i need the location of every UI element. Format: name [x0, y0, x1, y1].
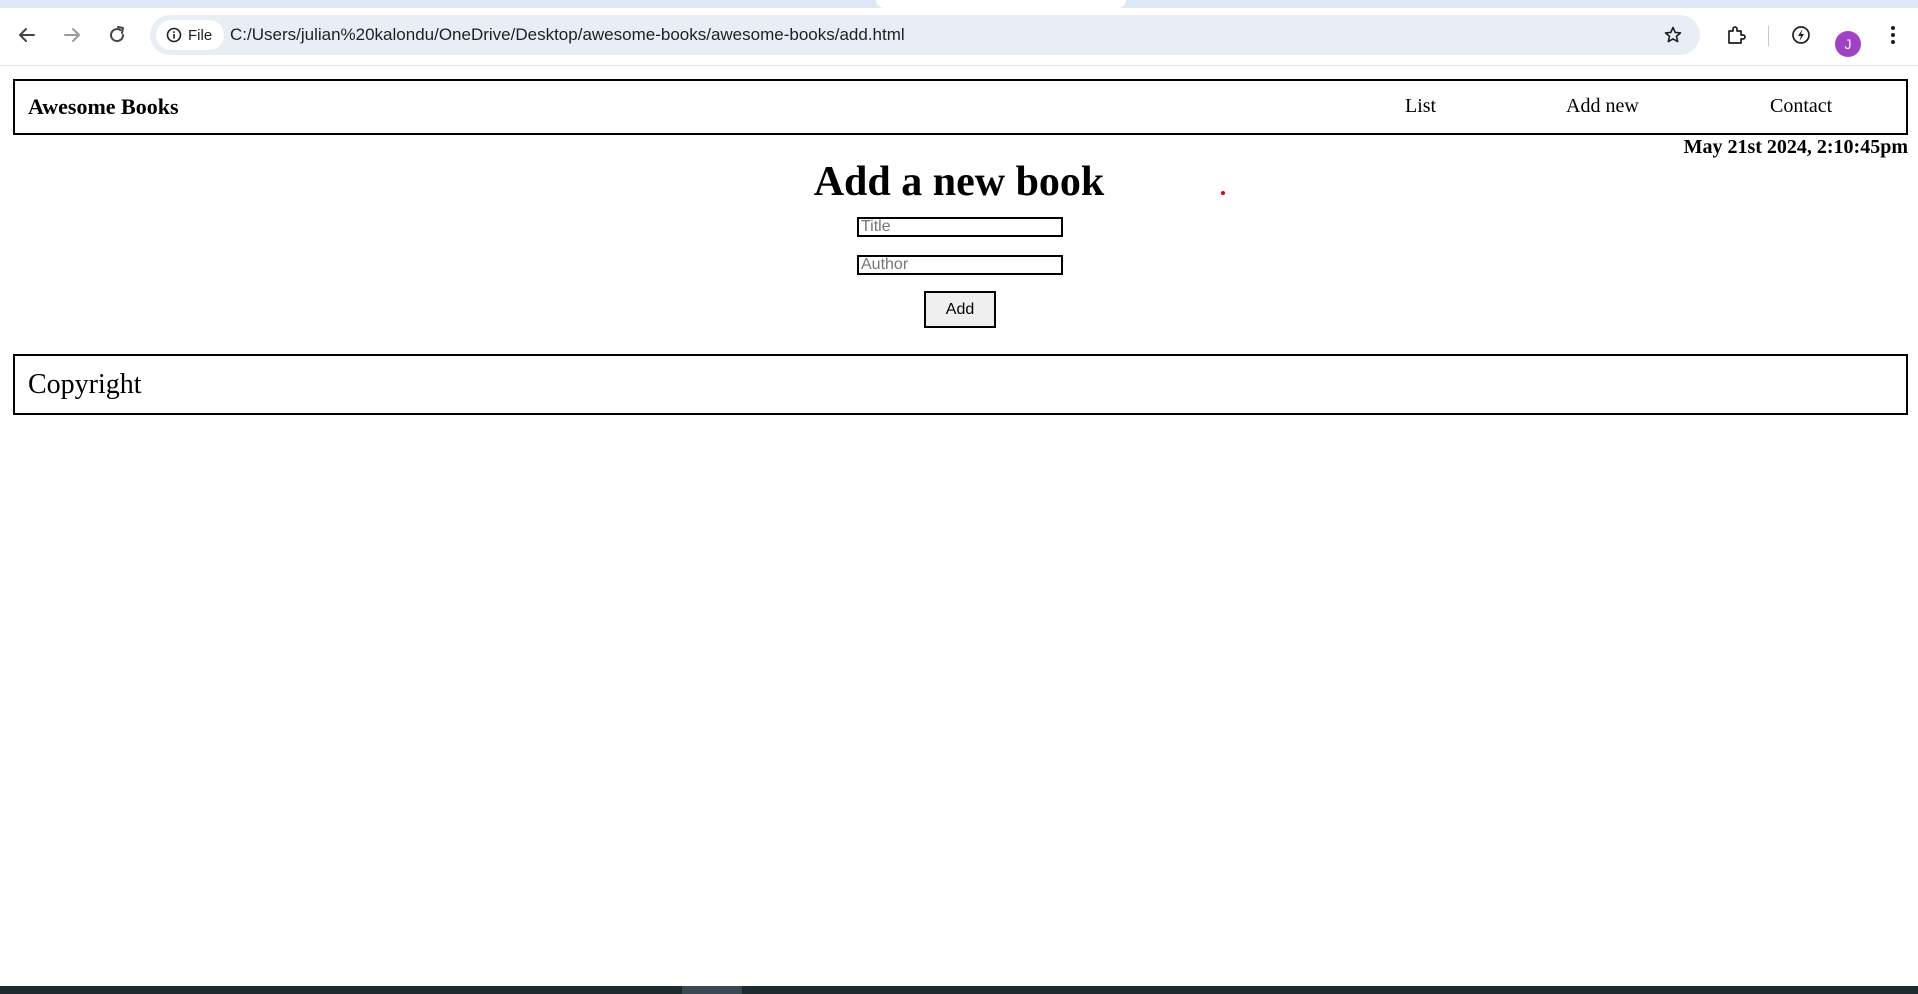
- site-chip-label: File: [188, 26, 213, 44]
- site-info-chip[interactable]: File: [156, 20, 225, 50]
- back-arrow-icon: [19, 28, 35, 42]
- taskbar-active-item[interactable]: [682, 986, 742, 994]
- forward-button[interactable]: [55, 18, 89, 52]
- nav-link-list[interactable]: List: [1405, 81, 1436, 131]
- page-content: Awesome Books List Add new Contact May 2…: [0, 66, 1918, 986]
- profile-avatar[interactable]: J: [1835, 31, 1861, 57]
- cursor-dot: [1221, 191, 1225, 195]
- active-tab[interactable]: [876, 0, 1126, 8]
- info-icon: [166, 27, 182, 43]
- add-book-button[interactable]: Add: [924, 291, 996, 328]
- extensions-button[interactable]: [1721, 20, 1751, 50]
- browser-toolbar: File C:/Users/julian%20kalondu/OneDrive/…: [0, 8, 1918, 66]
- browser-menu-button[interactable]: [1878, 20, 1908, 50]
- kebab-menu-icon: [1891, 26, 1895, 44]
- toolbar-divider: [1768, 26, 1769, 46]
- taskbar: [0, 986, 1918, 994]
- title-input[interactable]: [857, 217, 1063, 237]
- bookmark-button[interactable]: [1658, 20, 1688, 50]
- performance-button[interactable]: [1786, 20, 1816, 50]
- top-navbar: Awesome Books List Add new Contact: [13, 79, 1908, 135]
- brand-title: Awesome Books: [28, 94, 179, 119]
- reload-button[interactable]: [100, 18, 134, 52]
- forward-arrow-icon: [64, 28, 80, 42]
- nav-link-contact[interactable]: Contact: [1770, 81, 1832, 131]
- footer: Copyright: [13, 354, 1908, 415]
- extensions-icon: [1728, 26, 1746, 44]
- address-bar[interactable]: File C:/Users/julian%20kalondu/OneDrive/…: [150, 15, 1700, 55]
- tab-strip: [0, 0, 1918, 8]
- star-icon: [1664, 26, 1682, 43]
- reload-icon: [110, 26, 125, 43]
- performance-icon: [1792, 26, 1810, 44]
- back-button[interactable]: [10, 18, 44, 52]
- author-input[interactable]: [857, 255, 1063, 275]
- nav-link-add-new[interactable]: Add new: [1566, 81, 1639, 131]
- url-text[interactable]: C:/Users/julian%20kalondu/OneDrive/Deskt…: [230, 15, 905, 55]
- current-date: May 21st 2024, 2:10:45pm: [1683, 136, 1908, 158]
- page-title: Add a new book: [813, 159, 1105, 205]
- copyright-text: Copyright: [28, 369, 142, 400]
